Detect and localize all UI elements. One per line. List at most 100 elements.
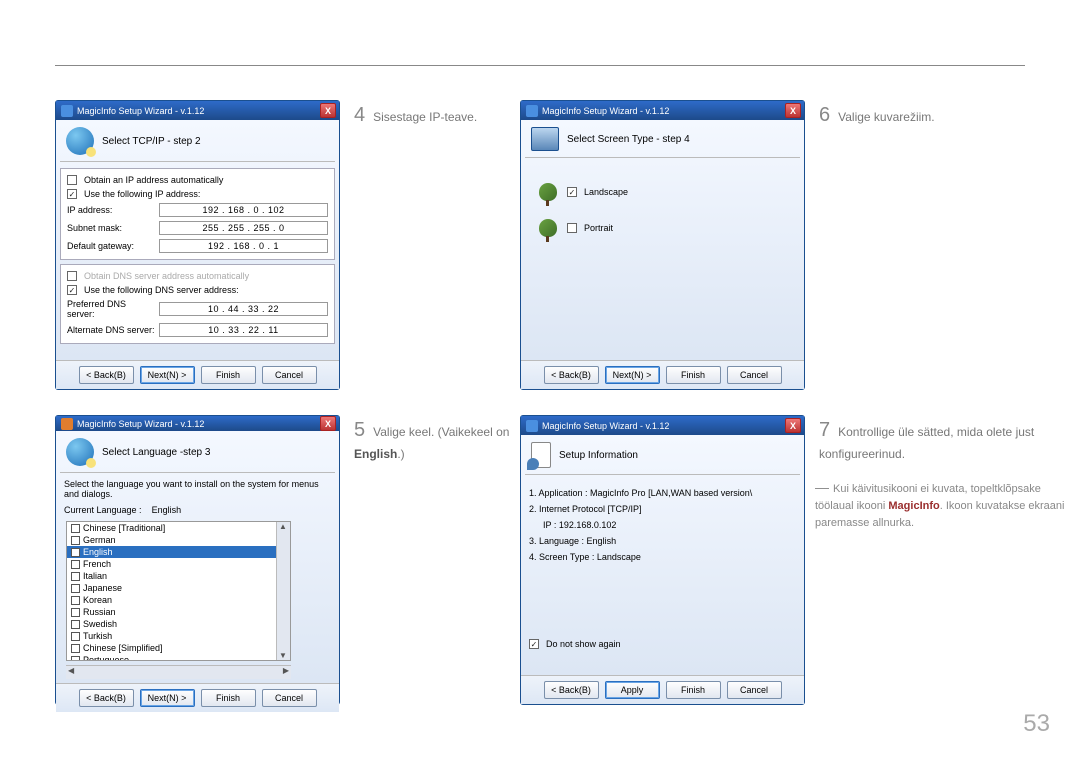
summary-row: 4. Screen Type : Landscape bbox=[529, 549, 800, 565]
dns1-field[interactable]: 10 . 44 . 33 . 22 bbox=[159, 302, 328, 316]
cancel-button[interactable]: Cancel bbox=[262, 689, 317, 707]
step4-caption: 4 Sisestage IP-teave. bbox=[350, 100, 510, 390]
button-bar: < Back(B) Next(N) > Finish Cancel bbox=[56, 360, 339, 389]
step6-caption: 6Valige kuvarežiim. bbox=[815, 100, 1075, 390]
cancel-button[interactable]: Cancel bbox=[262, 366, 317, 384]
back-button[interactable]: < Back(B) bbox=[544, 366, 599, 384]
info-doc-icon bbox=[531, 442, 551, 468]
dns2-field[interactable]: 10 . 33 . 22 . 11 bbox=[159, 323, 328, 337]
scrollbar-horizontal[interactable] bbox=[66, 665, 291, 679]
finish-button[interactable]: Finish bbox=[666, 366, 721, 384]
cancel-button[interactable]: Cancel bbox=[727, 681, 782, 699]
ip-panel: Obtain an IP address automatically Use t… bbox=[60, 168, 335, 260]
list-item[interactable]: Chinese [Traditional] bbox=[67, 522, 290, 534]
list-item[interactable]: Japanese bbox=[67, 582, 290, 594]
list-item[interactable]: German bbox=[67, 534, 290, 546]
label: Alternate DNS server: bbox=[67, 325, 155, 335]
app-icon bbox=[526, 420, 538, 432]
scrollbar-vertical[interactable] bbox=[276, 522, 290, 660]
list-item[interactable]: English bbox=[67, 546, 290, 558]
gateway-field[interactable]: 192 . 168 . 0 . 1 bbox=[159, 239, 328, 253]
back-button[interactable]: < Back(B) bbox=[544, 681, 599, 699]
tree-icon bbox=[539, 219, 557, 237]
caption-text: Sisestage IP-teave. bbox=[373, 110, 477, 124]
window-title: MagicInfo Setup Wizard - v.1.12 bbox=[77, 106, 316, 116]
wizard-step6: MagicInfo Setup Wizard - v.1.12 X Select… bbox=[520, 100, 805, 390]
step7-caption: 7Kontrollige üle sätted, mida olete just… bbox=[815, 415, 1075, 463]
checkbox-icon bbox=[71, 524, 80, 533]
horizontal-rule bbox=[55, 65, 1025, 66]
titlebar: MagicInfo Setup Wizard - v.1.12 X bbox=[56, 416, 339, 431]
checkbox-icon bbox=[71, 572, 80, 581]
checkbox-icon bbox=[71, 584, 80, 593]
finish-button[interactable]: Finish bbox=[666, 681, 721, 699]
dialog-body: Setup Information 1. Application : Magic… bbox=[521, 435, 804, 675]
titlebar: MagicInfo Setup Wizard - v.1.12 X bbox=[521, 416, 804, 435]
list-item[interactable]: Russian bbox=[67, 606, 290, 618]
checkbox-dontshow[interactable] bbox=[529, 639, 539, 649]
step-number: 4 bbox=[354, 104, 365, 126]
back-button[interactable]: < Back(B) bbox=[79, 366, 134, 384]
dialog-body: Select Language -step 3 Select the langu… bbox=[56, 431, 339, 683]
step-header: Select TCP/IP - step 2 bbox=[60, 124, 335, 162]
window-title: MagicInfo Setup Wizard - v.1.12 bbox=[542, 106, 781, 116]
dns-panel: Obtain DNS server address automatically … bbox=[60, 264, 335, 344]
list-item-label: Swedish bbox=[83, 619, 117, 629]
radio-obtain-auto[interactable] bbox=[67, 175, 77, 185]
titlebar: MagicInfo Setup Wizard - v.1.12 X bbox=[521, 101, 804, 120]
wizard-step5: MagicInfo Setup Wizard - v.1.12 X Select… bbox=[55, 415, 340, 705]
close-icon[interactable]: X bbox=[320, 103, 336, 118]
back-button[interactable]: < Back(B) bbox=[79, 689, 134, 707]
language-list[interactable]: Chinese [Traditional]GermanEnglishFrench… bbox=[66, 521, 291, 661]
label: Preferred DNS server: bbox=[67, 299, 155, 319]
radio-landscape[interactable] bbox=[567, 187, 577, 197]
checkbox-icon bbox=[71, 632, 80, 641]
step5-caption: 5Valige keel. (Vaikekeel on English.) bbox=[350, 415, 510, 705]
list-item[interactable]: Italian bbox=[67, 570, 290, 582]
next-button[interactable]: Next(N) > bbox=[140, 366, 195, 384]
summary-row: 1. Application : MagicInfo Pro [LAN,WAN … bbox=[529, 485, 800, 501]
checkbox-icon bbox=[71, 620, 80, 629]
step-title: Select Language -step 3 bbox=[102, 447, 210, 458]
checkbox-icon bbox=[71, 656, 80, 662]
radio-portrait[interactable] bbox=[567, 223, 577, 233]
caption-text: Valige kuvarežiim. bbox=[838, 110, 934, 124]
list-item[interactable]: Korean bbox=[67, 594, 290, 606]
label: Do not show again bbox=[546, 639, 621, 649]
summary-row: IP : 192.168.0.102 bbox=[529, 517, 800, 533]
button-bar: < Back(B) Apply Finish Cancel bbox=[521, 675, 804, 704]
radio-dns-manual[interactable] bbox=[67, 285, 77, 295]
apply-button[interactable]: Apply bbox=[605, 681, 660, 699]
step-number: 5 bbox=[354, 419, 365, 441]
ip-address-field[interactable]: 192 . 168 . 0 . 102 bbox=[159, 203, 328, 217]
list-item[interactable]: Turkish bbox=[67, 630, 290, 642]
close-icon[interactable]: X bbox=[320, 416, 336, 431]
subnet-mask-field[interactable]: 255 . 255 . 255 . 0 bbox=[159, 221, 328, 235]
label: IP address: bbox=[67, 205, 155, 215]
label: Use the following IP address: bbox=[84, 189, 200, 199]
radio-use-following[interactable] bbox=[67, 189, 77, 199]
description: Select the language you want to install … bbox=[60, 479, 335, 503]
label: Subnet mask: bbox=[67, 223, 155, 233]
list-item[interactable]: Portuguese bbox=[67, 654, 290, 661]
list-item[interactable]: Chinese [Simplified] bbox=[67, 642, 290, 654]
list-item[interactable]: French bbox=[67, 558, 290, 570]
list-item-label: Turkish bbox=[83, 631, 112, 641]
step-number: 7 bbox=[819, 419, 830, 441]
tree-icon bbox=[539, 183, 557, 201]
finish-button[interactable]: Finish bbox=[201, 689, 256, 707]
finish-button[interactable]: Finish bbox=[201, 366, 256, 384]
list-item-label: Russian bbox=[83, 607, 116, 617]
layout-grid: MagicInfo Setup Wizard - v.1.12 X Select… bbox=[55, 100, 1075, 705]
step-header: Setup Information bbox=[525, 439, 800, 475]
list-item[interactable]: Swedish bbox=[67, 618, 290, 630]
next-button[interactable]: Next(N) > bbox=[140, 689, 195, 707]
cancel-button[interactable]: Cancel bbox=[727, 366, 782, 384]
close-icon[interactable]: X bbox=[785, 418, 801, 433]
step7-caption-block: 7Kontrollige üle sätted, mida olete just… bbox=[815, 415, 1075, 705]
list-item-label: Chinese [Simplified] bbox=[83, 643, 163, 653]
close-icon[interactable]: X bbox=[785, 103, 801, 118]
next-button[interactable]: Next(N) > bbox=[605, 366, 660, 384]
checkbox-icon bbox=[71, 560, 80, 569]
list-item-label: English bbox=[83, 547, 113, 557]
